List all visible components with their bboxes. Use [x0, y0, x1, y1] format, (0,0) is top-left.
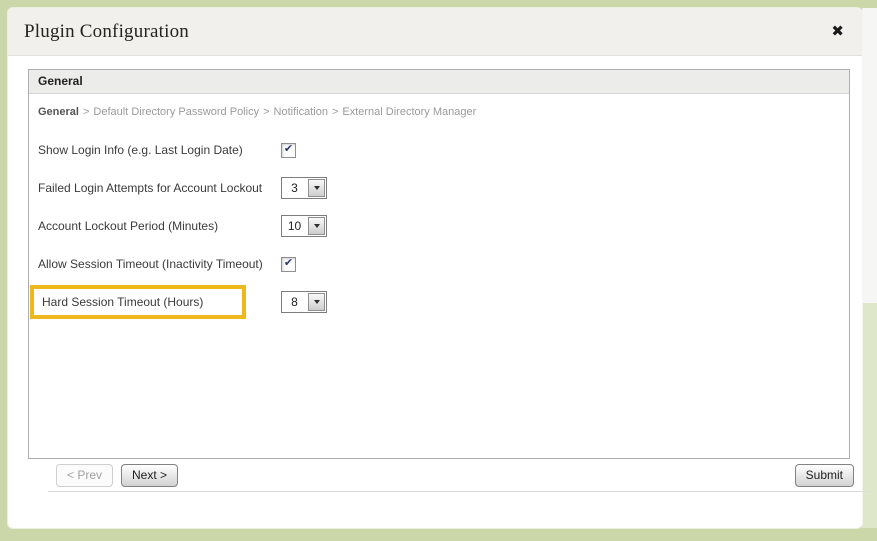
page-scrollbar-track[interactable]	[862, 8, 877, 303]
breadcrumb-item[interactable]: Default Directory Password Policy	[93, 106, 259, 118]
breadcrumb-item[interactable]: Notification	[274, 106, 328, 118]
checkbox[interactable]: ✔	[281, 143, 296, 158]
breadcrumb-separator: >	[263, 106, 269, 118]
close-icon[interactable]: ✖	[829, 22, 846, 41]
prev-button[interactable]: < Prev	[56, 464, 113, 487]
dropdown-value: 8	[282, 292, 307, 312]
dropdown[interactable]: 3	[281, 177, 327, 199]
panel-header: General	[29, 70, 849, 94]
plugin-configuration-dialog: Plugin Configuration ✖ General General > D…	[8, 8, 862, 528]
chevron-down-icon	[314, 224, 320, 228]
form-row: Allow Session Timeout (Inactivity Timeou…	[38, 252, 849, 276]
submit-button[interactable]: Submit	[795, 464, 854, 487]
page-background-strip	[862, 303, 877, 528]
dialog-title: Plugin Configuration	[24, 21, 189, 43]
dropdown[interactable]: 10	[281, 215, 327, 237]
dialog-content: General General > Default Directory Passwo…	[8, 56, 862, 492]
form-row: Failed Login Attempts for Account Lockou…	[38, 176, 849, 200]
field-label: Allow Session Timeout (Inactivity Timeou…	[38, 257, 281, 271]
check-icon: ✔	[284, 258, 293, 269]
form-row: Account Lockout Period (Minutes)10	[38, 214, 849, 238]
dialog-header: Plugin Configuration ✖	[8, 8, 862, 56]
breadcrumb-separator: >	[332, 106, 338, 118]
breadcrumb-item: General	[38, 106, 79, 118]
breadcrumb: General > Default Directory Password Polic…	[29, 94, 849, 120]
dropdown-button[interactable]	[308, 293, 325, 311]
chevron-down-icon	[314, 186, 320, 190]
dropdown-button[interactable]	[308, 217, 325, 235]
field-label: Show Login Info (e.g. Last Login Date)	[38, 143, 281, 157]
form-fields: Show Login Info (e.g. Last Login Date)✔F…	[29, 120, 849, 314]
check-icon: ✔	[284, 144, 293, 155]
chevron-down-icon	[314, 300, 320, 304]
next-button[interactable]: Next >	[121, 464, 178, 487]
dropdown-value: 10	[282, 216, 307, 236]
field-label-highlighted: Hard Session Timeout (Hours)	[30, 285, 246, 319]
breadcrumb-item[interactable]: External Directory Manager	[342, 106, 476, 118]
wizard-footer: < Prev Next > Submit	[48, 459, 870, 492]
general-panel: General General > Default Directory Passwo…	[28, 69, 850, 459]
dropdown-value: 3	[282, 178, 307, 198]
checkbox[interactable]: ✔	[281, 257, 296, 272]
form-row: Show Login Info (e.g. Last Login Date)✔	[38, 138, 849, 162]
field-label: Account Lockout Period (Minutes)	[38, 219, 281, 233]
breadcrumb-separator: >	[83, 106, 89, 118]
dropdown[interactable]: 8	[281, 291, 327, 313]
dropdown-button[interactable]	[308, 179, 325, 197]
form-row: Hard Session Timeout (Hours)8	[38, 290, 849, 314]
field-label: Failed Login Attempts for Account Lockou…	[38, 181, 281, 195]
